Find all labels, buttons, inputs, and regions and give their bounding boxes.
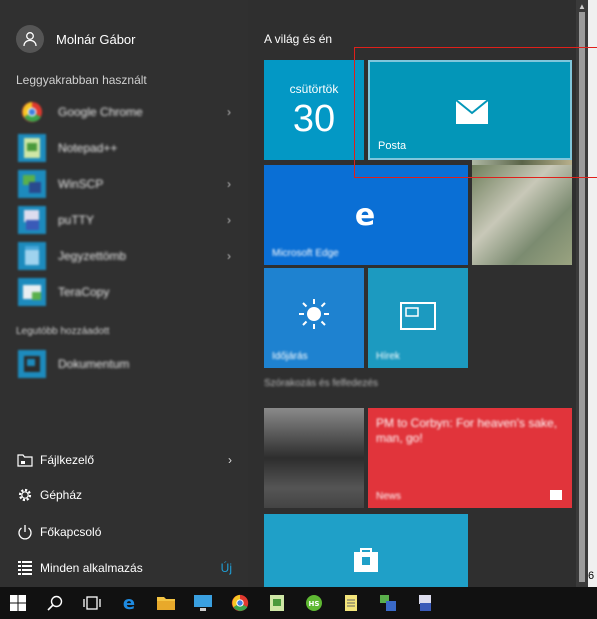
taskbar-hs-app[interactable]: HS <box>295 587 332 619</box>
photos-tile[interactable] <box>472 165 572 265</box>
file-explorer-label: Fájlkezelő <box>40 453 95 467</box>
power-button[interactable]: Főkapcsoló <box>16 520 232 544</box>
app-item-chrome[interactable]: Google Chrome › <box>16 96 231 128</box>
user-name: Molnár Gábor <box>56 31 136 47</box>
taskbar: e HS <box>0 587 597 619</box>
newspaper-icon <box>400 302 436 330</box>
app-name: TeraCopy <box>58 285 110 299</box>
taskbar-edge[interactable]: e <box>110 587 147 619</box>
chevron-right-icon[interactable]: › <box>227 177 231 191</box>
settings-button[interactable]: Gépház <box>16 483 232 507</box>
chrome-icon <box>16 96 48 128</box>
edge-tile[interactable]: e Microsoft Edge <box>264 165 468 265</box>
sun-icon <box>299 299 329 329</box>
app-name: Dokumentum <box>58 357 130 371</box>
app-item-notepad[interactable]: Notepad++ <box>16 132 231 164</box>
app-item-putty[interactable]: puTTY › <box>16 204 231 236</box>
weather-label: Időjárás <box>272 351 308 362</box>
store-bag-icon <box>354 548 378 572</box>
file-explorer-button[interactable]: Fájlkezelő › <box>16 448 232 472</box>
all-apps-label: Minden alkalmazás <box>40 561 143 575</box>
gear-icon <box>16 487 34 503</box>
news-app-label: Hírek <box>376 351 400 362</box>
app-item-winscp[interactable]: WinSCP › <box>16 168 231 200</box>
taskbar-chrome[interactable] <box>221 587 258 619</box>
teracopy-icon <box>16 276 48 308</box>
calendar-tile[interactable]: csütörtök 30 <box>264 60 364 160</box>
all-apps-button[interactable]: Minden alkalmazás Új <box>16 556 232 580</box>
new-badge: Új <box>220 561 232 575</box>
windows-icon <box>10 595 26 611</box>
app-item-teracopy[interactable]: TeraCopy <box>16 276 231 308</box>
notepad-icon <box>16 132 48 164</box>
putty-icon <box>16 204 48 236</box>
app-name: Notepad++ <box>58 141 118 155</box>
highlight-line <box>572 47 597 48</box>
chevron-right-icon[interactable]: › <box>227 249 231 263</box>
edge-icon: e <box>355 199 375 231</box>
app-icon <box>16 348 48 380</box>
calendar-day: csütörtök <box>289 82 339 96</box>
notes-icon <box>16 240 48 272</box>
news-photo-tile[interactable] <box>264 408 364 508</box>
notepad-icon <box>269 595 284 611</box>
start-button[interactable] <box>0 587 36 619</box>
taskbar-putty[interactable] <box>406 587 443 619</box>
news-headline: PM to Corbyn: For heaven's sake, man, go… <box>376 416 558 445</box>
calendar-date: 30 <box>292 98 336 140</box>
news-small-icon <box>550 490 562 500</box>
edge-text: 6 <box>588 570 595 582</box>
chrome-icon <box>231 594 248 612</box>
settings-label: Gépház <box>40 488 83 502</box>
monitor-icon <box>193 595 212 611</box>
news-app-tile[interactable]: Hírek <box>368 268 468 368</box>
user-account[interactable]: Molnár Gábor <box>16 25 135 53</box>
most-used-label: Leggyakrabban használt <box>16 73 147 87</box>
chevron-right-icon[interactable]: › <box>227 213 231 227</box>
chevron-right-icon[interactable]: › <box>227 105 231 119</box>
edge-label: Microsoft Edge <box>272 248 339 259</box>
app-name: WinSCP <box>58 177 104 191</box>
weather-tile[interactable]: Időjárás <box>264 268 364 368</box>
news-label: News <box>376 491 402 502</box>
user-icon <box>16 25 44 53</box>
chevron-right-icon[interactable]: › <box>228 453 232 467</box>
svg-text:e: e <box>122 594 134 612</box>
winscp-icon <box>16 168 48 200</box>
power-label: Főkapcsoló <box>40 525 102 539</box>
search-button[interactable] <box>36 587 73 619</box>
app-item-notes[interactable]: Jegyzettömb › <box>16 240 231 272</box>
taskbar-winscp[interactable] <box>369 587 406 619</box>
app-name: Jegyzettömb <box>58 249 127 263</box>
edge-icon: e <box>122 594 134 612</box>
scroll-up-icon[interactable]: ▲ <box>578 2 586 11</box>
svg-text:HS: HS <box>308 600 319 608</box>
app-name: Google Chrome <box>58 105 143 119</box>
search-icon <box>46 595 62 611</box>
hs-app-icon: HS <box>305 595 322 611</box>
task-view-icon <box>82 596 101 610</box>
list-icon <box>16 561 34 575</box>
folder-icon <box>16 453 34 467</box>
svg-text:e: e <box>355 199 375 231</box>
app-item-recent[interactable]: Dokumentum <box>16 348 231 380</box>
taskbar-remote-desktop[interactable] <box>184 587 221 619</box>
putty-icon <box>418 595 431 611</box>
tile-group-title: A világ és én <box>264 32 333 46</box>
folder-icon <box>156 597 175 610</box>
task-view-button[interactable] <box>73 587 110 619</box>
news-tile[interactable]: PM to Corbyn: For heaven's sake, man, go… <box>368 408 572 508</box>
tile-group-title: Szórakozás és felfedezés <box>264 378 378 389</box>
taskbar-notepad[interactable] <box>258 587 295 619</box>
taskbar-file-explorer[interactable] <box>147 587 184 619</box>
recent-label: Legutóbb hozzáadott <box>16 326 110 337</box>
start-left-pane: Molnár Gábor Leggyakrabban használt Goog… <box>0 0 248 587</box>
app-name: puTTY <box>58 213 95 227</box>
notes-icon <box>344 595 357 611</box>
taskbar-notes[interactable] <box>332 587 369 619</box>
power-icon <box>16 524 34 540</box>
winscp-icon <box>379 595 396 611</box>
highlight-box <box>354 47 597 178</box>
store-tile[interactable] <box>264 514 468 587</box>
